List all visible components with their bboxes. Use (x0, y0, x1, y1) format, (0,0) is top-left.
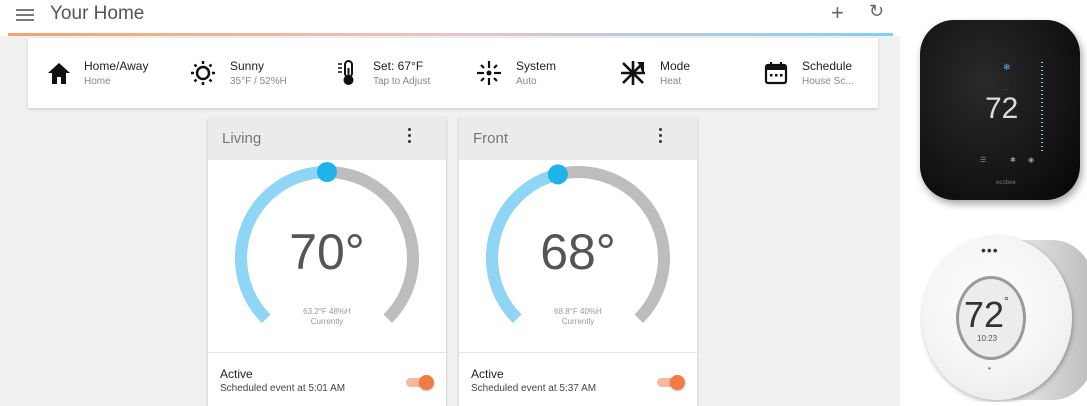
leaf-icon: ◉ (1028, 157, 1035, 164)
active-toggle[interactable] (657, 375, 685, 390)
current-reading: 63.2°F 48%H Currently (208, 307, 446, 327)
thermostat-card-living: Living 70° 63.2°F 48%H Currently Active … (208, 118, 446, 406)
calendar-icon (764, 62, 788, 85)
more-options-icon[interactable] (659, 128, 663, 148)
reading-values: 68.8°F 40%H (554, 307, 602, 316)
card-footer: Active Scheduled event at 5:37 AM (459, 352, 697, 406)
dial-knob[interactable] (317, 162, 337, 182)
menu-icon: ☰ (980, 157, 987, 164)
reading-caption: Currently (561, 317, 595, 326)
status-sub: Tap to Adjust (373, 76, 431, 87)
round-thermostat-image: ••• 72° 10:23 • (920, 232, 1087, 402)
mode-heat-icon (621, 61, 645, 85)
card-header: Front (459, 118, 697, 160)
device-temperature: 72 (985, 92, 1019, 125)
schedule-text: Scheduled event at 5:37 AM (471, 383, 597, 394)
status-sub: 35°F / 52%H (230, 76, 287, 87)
schedule-text: Scheduled event at 5:01 AM (220, 383, 346, 394)
ecobee-thermostat-image: ❄ ··· 72 ☰ ✱ ◉ ecobee (920, 20, 1080, 200)
current-temperature: 70° (289, 224, 365, 280)
reading-values: 63.2°F 48%H (303, 307, 351, 316)
status-sub: Home (84, 76, 111, 87)
thermostat-app: Your Home + ↻ Home/Away Home Sunny 35°F … (0, 0, 900, 406)
card-title: Living (222, 130, 262, 147)
device-time: 10:23 (977, 334, 998, 343)
refresh-icon[interactable]: ↻ (869, 1, 884, 22)
setpoint-scale (1041, 62, 1043, 152)
device-temperature: 72° (964, 294, 1009, 335)
snowflake-icon: ❄ (1003, 62, 1011, 72)
device-brand: ecobee (996, 180, 1016, 186)
active-toggle[interactable] (406, 375, 434, 390)
system-icon (477, 61, 501, 85)
card-title: Front (473, 130, 509, 147)
status-bar: Home/Away Home Sunny 35°F / 52%H Set: 67… (28, 38, 878, 108)
current-temperature: 68° (540, 224, 616, 280)
status-label: Home/Away (84, 59, 149, 73)
status-label: Mode (660, 59, 691, 73)
reading-caption: Currently (310, 317, 344, 326)
top-app-bar: Your Home + ↻ (0, 0, 900, 36)
current-reading: 68.8°F 40%H Currently (459, 307, 697, 327)
active-label: Active (220, 367, 253, 381)
thermometer-icon (338, 60, 354, 85)
thermostat-card-front: Front 68° 68.8°F 40%H Currently Active S… (459, 118, 697, 406)
card-footer: Active Scheduled event at 5:01 AM (208, 352, 446, 406)
hamburger-menu-icon[interactable] (16, 6, 34, 22)
add-icon[interactable]: + (831, 0, 844, 26)
status-sub: Heat (660, 76, 682, 87)
flame-icon: • (988, 364, 991, 373)
home-icon (48, 63, 70, 84)
status-label: Schedule (802, 59, 853, 73)
more-options-icon[interactable] (408, 128, 412, 148)
status-sub: House Sc... (802, 76, 854, 87)
dial-knob[interactable] (547, 164, 568, 185)
accent-divider (8, 33, 893, 36)
status-label: Set: 67°F (373, 59, 424, 73)
more-icon: ••• (981, 242, 999, 258)
status-label: System (516, 59, 557, 73)
card-header: Living (208, 118, 446, 160)
status-sub: Auto (516, 76, 537, 87)
sun-icon (191, 61, 215, 85)
active-label: Active (471, 367, 504, 381)
status-label: Sunny (230, 59, 265, 73)
fan-icon: ✱ (1010, 157, 1016, 164)
page-title: Your Home (50, 3, 145, 24)
